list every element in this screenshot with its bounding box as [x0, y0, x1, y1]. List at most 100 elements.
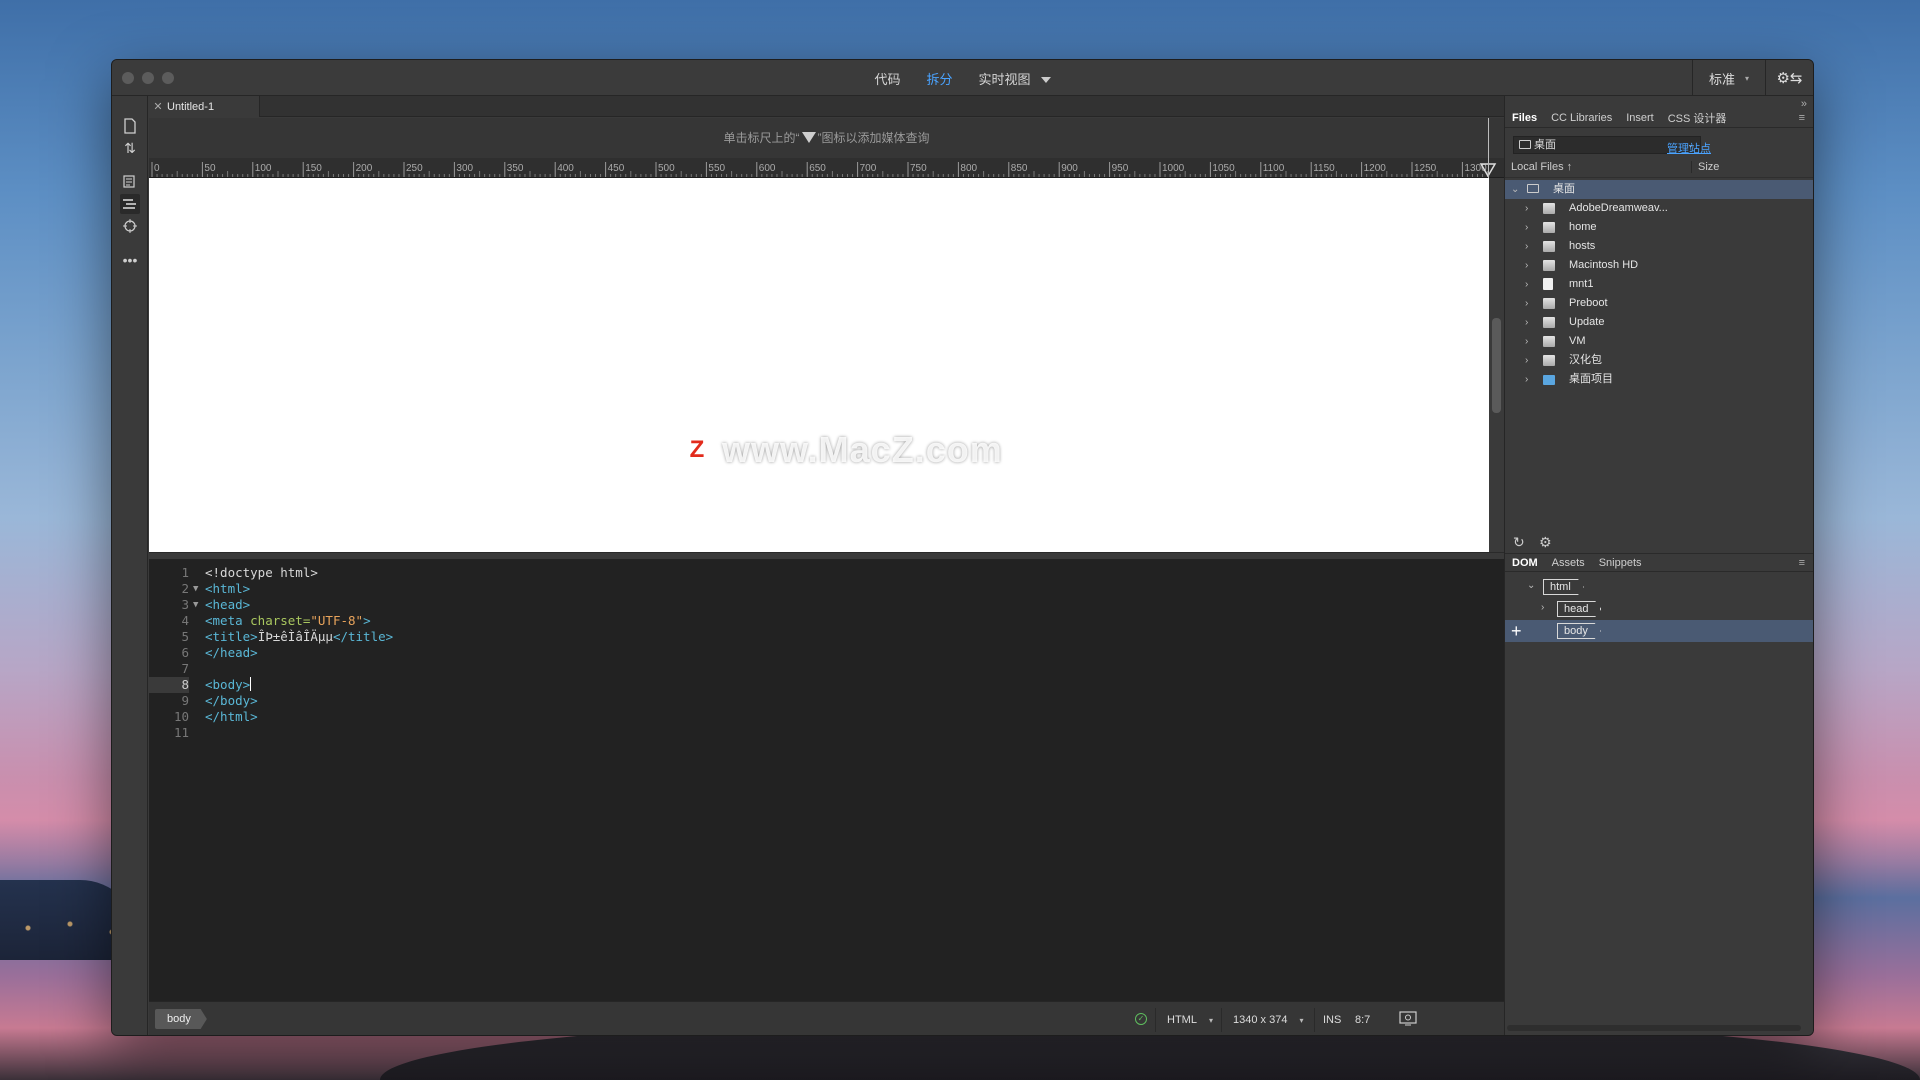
- live-view-canvas[interactable]: [149, 178, 1489, 552]
- code-line[interactable]: <title>ÎÞ±êÌâÎÄµµ</title>: [205, 629, 393, 645]
- code-line[interactable]: </html>: [205, 709, 258, 725]
- chevron-right-icon[interactable]: ›: [1525, 332, 1528, 351]
- ruler[interactable]: 0 50 100 150 200 250 300 350 400 450 500 550 600 650 7…: [149, 158, 1504, 178]
- sync-settings-button[interactable]: ⚙⇆: [1765, 60, 1813, 96]
- fold-toggle-icon[interactable]: ▼: [193, 581, 203, 597]
- add-element-icon[interactable]: +: [1511, 622, 1522, 640]
- open-documents-icon[interactable]: [120, 116, 140, 136]
- line-number[interactable]: 6: [149, 645, 189, 661]
- line-number[interactable]: 9: [149, 693, 189, 709]
- line-number[interactable]: 2: [149, 581, 189, 597]
- document-type-select[interactable]: HTML ▾: [1167, 1012, 1213, 1029]
- chevron-down-icon[interactable]: [1040, 77, 1051, 84]
- dom-row-head[interactable]: › head: [1505, 598, 1813, 620]
- chevron-down-icon[interactable]: ⌄: [1511, 180, 1519, 199]
- split-divider[interactable]: [149, 552, 1504, 559]
- mode-live-group[interactable]: 实时视图: [979, 69, 1051, 88]
- format-source-icon[interactable]: [120, 194, 140, 214]
- refresh-icon[interactable]: ↻: [1513, 534, 1525, 551]
- tab-dom[interactable]: DOM: [1505, 557, 1545, 569]
- chevron-right-icon[interactable]: ›: [1525, 275, 1528, 294]
- minimize-window-button[interactable]: [142, 71, 154, 84]
- scrollbar-thumb[interactable]: [1492, 318, 1501, 413]
- code-line[interactable]: <head>: [205, 597, 250, 613]
- line-number[interactable]: 11: [149, 725, 189, 741]
- manage-sites-link[interactable]: 管理站点: [1667, 140, 1711, 156]
- mode-live[interactable]: 实时视图: [979, 72, 1031, 87]
- insert-mode[interactable]: INS: [1323, 1012, 1341, 1028]
- file-tree-item[interactable]: › 汉化包: [1505, 351, 1813, 370]
- inspect-icon[interactable]: [120, 216, 140, 236]
- dom-row-html[interactable]: ⌄ html: [1505, 576, 1813, 598]
- line-number[interactable]: 8: [149, 677, 189, 693]
- file-tree-item[interactable]: › home: [1505, 218, 1813, 237]
- no-errors-icon[interactable]: ✓: [1135, 1013, 1147, 1025]
- window-size-select[interactable]: 1340 x 374 ▾: [1233, 1012, 1303, 1029]
- tab-assets[interactable]: Assets: [1545, 557, 1592, 569]
- mode-code[interactable]: 代码: [874, 69, 900, 88]
- panel-horizontal-scrollbar[interactable]: [1507, 1025, 1801, 1031]
- file-tree-item[interactable]: › hosts: [1505, 237, 1813, 256]
- file-management-icon[interactable]: ⇅: [120, 138, 140, 158]
- chevron-right-icon[interactable]: ›: [1525, 370, 1528, 389]
- dom-row-body[interactable]: + body: [1505, 620, 1813, 642]
- tab-cc-libraries[interactable]: CC Libraries: [1544, 112, 1619, 124]
- panel-menu-icon[interactable]: ≡: [1799, 557, 1805, 569]
- dom-node-head[interactable]: head: [1557, 601, 1602, 617]
- chevron-down-icon[interactable]: ⌄: [1527, 580, 1535, 591]
- code-line[interactable]: <meta charset="UTF-8">: [205, 613, 371, 629]
- tab-insert[interactable]: Insert: [1619, 112, 1661, 124]
- workspace-switcher[interactable]: 标准 ▾: [1691, 60, 1765, 96]
- live-code-icon[interactable]: [120, 172, 140, 192]
- zoom-window-button[interactable]: [162, 71, 174, 84]
- tab-files[interactable]: Files: [1505, 112, 1544, 124]
- line-number[interactable]: 5: [149, 629, 189, 645]
- tab-css-designer[interactable]: CSS 设计器: [1661, 110, 1734, 126]
- close-window-button[interactable]: [122, 71, 134, 84]
- chevron-right-icon[interactable]: ›: [1525, 199, 1528, 218]
- file-tree-item[interactable]: › AdobeDreamweav...: [1505, 199, 1813, 218]
- chevron-right-icon[interactable]: ›: [1541, 602, 1544, 613]
- file-tree-root[interactable]: ⌄ 桌面: [1505, 180, 1813, 199]
- fold-toggle-icon[interactable]: ▼: [193, 597, 203, 613]
- file-tree-item[interactable]: › Preboot: [1505, 294, 1813, 313]
- file-tree-item[interactable]: › VM: [1505, 332, 1813, 351]
- more-tools-icon[interactable]: •••: [120, 250, 140, 270]
- panel-menu-icon[interactable]: ≡: [1799, 112, 1805, 124]
- file-tree-item[interactable]: › Update: [1505, 313, 1813, 332]
- code-line[interactable]: </head>: [205, 645, 258, 661]
- chevron-right-icon[interactable]: ›: [1525, 294, 1528, 313]
- chevron-right-icon[interactable]: ›: [1525, 313, 1528, 332]
- line-number[interactable]: 1: [149, 565, 189, 581]
- line-number[interactable]: 10: [149, 709, 189, 725]
- chevron-right-icon[interactable]: ›: [1525, 256, 1528, 275]
- tag-selector-body[interactable]: body: [155, 1009, 207, 1029]
- size-column[interactable]: Size: [1691, 161, 1719, 173]
- tab-snippets[interactable]: Snippets: [1592, 557, 1649, 569]
- code-line[interactable]: <html>: [205, 581, 250, 597]
- line-number[interactable]: 4: [149, 613, 189, 629]
- local-files-column[interactable]: Local Files ↑: [1511, 161, 1572, 173]
- live-preview-icon[interactable]: [1399, 1010, 1417, 1031]
- close-tab-icon[interactable]: ✕: [149, 100, 167, 113]
- document-tab[interactable]: ✕ Untitled-1: [149, 96, 260, 117]
- live-view-scrollbar[interactable]: [1489, 178, 1504, 552]
- code-line[interactable]: <!doctype html>: [205, 565, 318, 581]
- dom-node-body[interactable]: body: [1557, 623, 1601, 639]
- dom-node-html[interactable]: html: [1543, 579, 1584, 595]
- line-number[interactable]: 7: [149, 661, 189, 677]
- file-tree-item[interactable]: › mnt1: [1505, 275, 1813, 294]
- file-name: hosts: [1569, 240, 1596, 252]
- code-line[interactable]: <body>: [205, 677, 252, 693]
- dreamweaver-window: 代码 拆分 实时视图 标准 ▾ ⚙⇆ ⇅ ••• ✕ Untitled-1 单击…: [111, 59, 1814, 1036]
- chevron-right-icon[interactable]: ›: [1525, 237, 1528, 256]
- code-line[interactable]: </body>: [205, 693, 258, 709]
- chevron-right-icon[interactable]: ›: [1525, 351, 1528, 370]
- code-editor[interactable]: 1 <!doctype html> 2 ▼ <html> 3 ▼ <head> 4 <meta c…: [149, 559, 1504, 1001]
- line-number[interactable]: 3: [149, 597, 189, 613]
- connect-icon[interactable]: ⚙: [1539, 534, 1552, 551]
- chevron-right-icon[interactable]: ›: [1525, 218, 1528, 237]
- file-tree-item[interactable]: › Macintosh HD: [1505, 256, 1813, 275]
- file-tree-item[interactable]: › 桌面项目: [1505, 370, 1813, 389]
- mode-split[interactable]: 拆分: [926, 69, 952, 88]
